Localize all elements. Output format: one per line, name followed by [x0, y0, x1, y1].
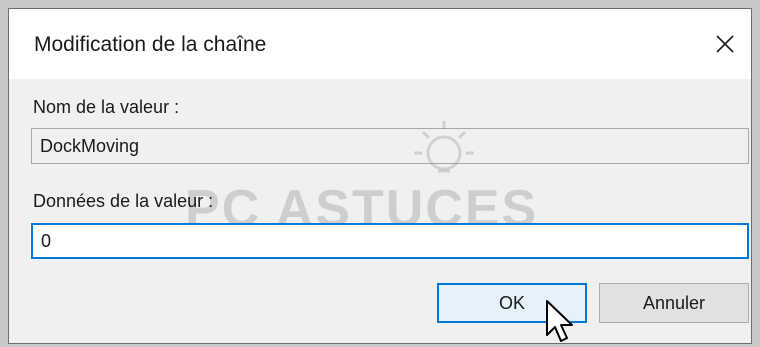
value-name-field: DockMoving	[31, 128, 749, 164]
value-name-label: Nom de la valeur :	[33, 97, 180, 117]
close-button[interactable]	[699, 9, 751, 79]
value-name-text: DockMoving	[40, 135, 140, 156]
dialog-titlebar: Modification de la chaîne	[9, 9, 751, 79]
value-data-label: Données de la valeur :	[33, 191, 214, 211]
close-icon	[716, 35, 734, 53]
mouse-pointer-icon	[546, 300, 573, 342]
cancel-button-label: Annuler	[642, 292, 706, 313]
cancel-button[interactable]: Annuler	[599, 283, 749, 323]
value-data-input[interactable]: 0	[31, 223, 749, 259]
ok-button-label: OK	[498, 292, 525, 313]
dialog-title: Modification de la chaîne	[34, 33, 267, 56]
value-data-text: 0	[41, 230, 52, 251]
edit-string-dialog: Modification de la chaîne Nom de la vale…	[8, 8, 752, 344]
